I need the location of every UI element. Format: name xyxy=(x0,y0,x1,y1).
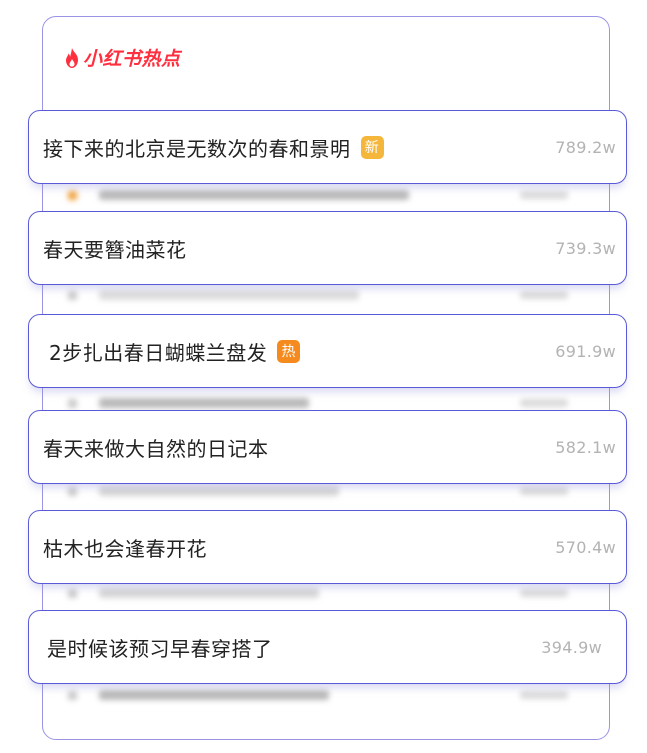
hot-item-4[interactable]: 春天来做大自然的日记本 582.1w xyxy=(28,410,627,484)
blurred-row xyxy=(68,486,568,496)
hot-item-title-text: 春天来做大自然的日记本 xyxy=(43,436,269,461)
blurred-row xyxy=(68,690,568,700)
hot-item-1[interactable]: 接下来的北京是无数次的春和景明 新 789.2w xyxy=(28,110,627,184)
hot-item-title: 春天要簪油菜花 xyxy=(43,234,187,263)
hot-item-title-text: 2步扎出春日蝴蝶兰盘发 xyxy=(49,340,268,365)
hot-item-title-text: 是时候该预习早春穿搭了 xyxy=(47,636,273,661)
hot-item-title: 2步扎出春日蝴蝶兰盘发 热 xyxy=(43,337,301,366)
hot-item-6[interactable]: 是时候该预习早春穿搭了 394.9w xyxy=(28,610,627,684)
hot-item-score: 691.9w xyxy=(555,341,616,361)
hot-item-title: 枯木也会逢春开花 xyxy=(43,533,207,562)
hot-item-2[interactable]: 春天要簪油菜花 739.3w xyxy=(28,211,627,285)
logo-text: 小红书热点 xyxy=(83,49,181,70)
hot-item-score: 394.9w xyxy=(541,637,602,657)
hot-item-title: 接下来的北京是无数次的春和景明 新 xyxy=(43,133,384,162)
xiaohongshu-hot-logo: 小红书热点 xyxy=(64,44,181,71)
hot-item-5[interactable]: 枯木也会逢春开花 570.4w xyxy=(28,510,627,584)
hot-item-title-text: 接下来的北京是无数次的春和景明 xyxy=(43,136,351,161)
hot-item-3[interactable]: 2步扎出春日蝴蝶兰盘发 热 691.9w xyxy=(28,314,627,388)
blurred-row xyxy=(68,588,568,598)
blurred-row xyxy=(68,190,568,200)
blurred-row xyxy=(68,398,568,408)
hot-item-score: 739.3w xyxy=(555,238,616,258)
hot-item-title-text: 春天要簪油菜花 xyxy=(43,237,187,262)
hot-item-score: 789.2w xyxy=(555,137,616,157)
hot-item-score: 582.1w xyxy=(555,437,616,457)
hot-badge: 热 xyxy=(277,339,301,363)
hot-item-title: 春天来做大自然的日记本 xyxy=(43,433,269,462)
hot-item-score: 570.4w xyxy=(555,537,616,557)
hot-item-title: 是时候该预习早春穿搭了 xyxy=(43,633,273,662)
blurred-row xyxy=(68,290,568,300)
hot-item-title-text: 枯木也会逢春开花 xyxy=(43,536,207,561)
flame-icon xyxy=(66,47,78,68)
new-badge: 新 xyxy=(360,135,384,159)
